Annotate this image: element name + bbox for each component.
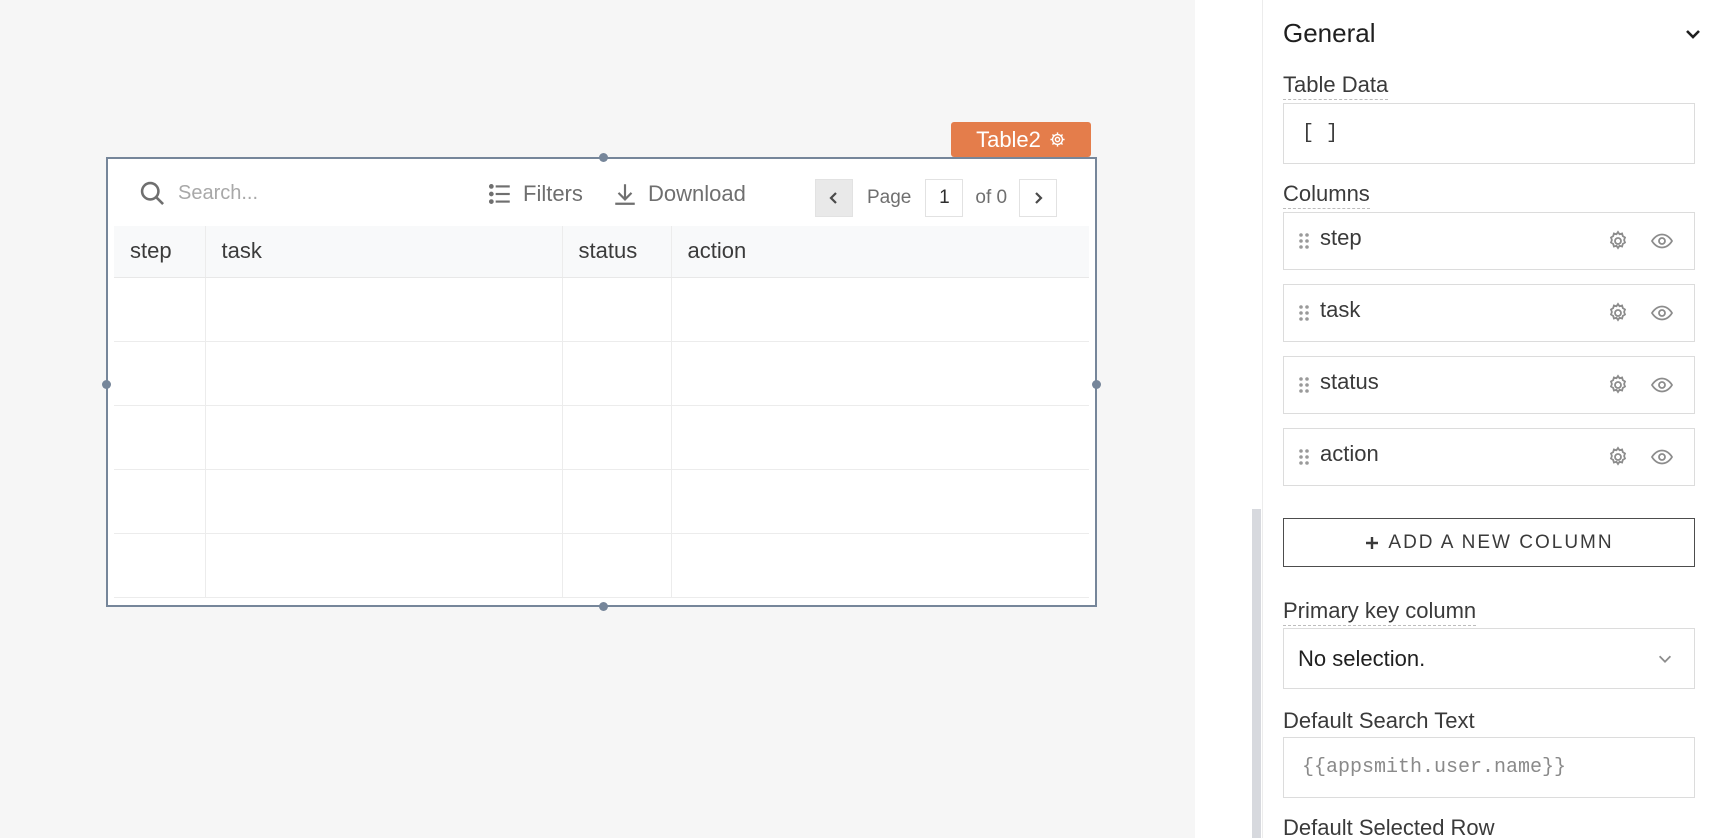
table-cell xyxy=(671,277,1089,342)
table-grid: step task status action xyxy=(114,226,1089,599)
table-cell xyxy=(205,533,563,598)
table-cell xyxy=(562,405,672,470)
page-number-input[interactable]: 1 xyxy=(925,179,964,217)
eye-icon[interactable] xyxy=(1650,445,1674,469)
table-cell xyxy=(205,341,563,406)
resize-handle-right[interactable] xyxy=(1092,380,1101,389)
table-cell xyxy=(114,469,206,534)
add-new-column-label: ADD A NEW COLUMN xyxy=(1388,531,1614,553)
primary-key-label: Primary key column xyxy=(1283,598,1477,626)
column-name: step xyxy=(1320,225,1362,250)
primary-key-select[interactable]: No selection. xyxy=(1283,628,1695,689)
widget-name-tag[interactable]: Table2 xyxy=(951,122,1091,157)
columns-label: Columns xyxy=(1283,181,1370,209)
chevron-down-icon xyxy=(1686,29,1700,39)
download-icon xyxy=(615,184,635,205)
column-name: task xyxy=(1320,297,1361,322)
next-page-button[interactable] xyxy=(1019,179,1058,217)
table-cell xyxy=(562,469,672,534)
download-label: Download xyxy=(648,181,746,206)
table-row xyxy=(114,533,1089,598)
drag-handle-icon[interactable] xyxy=(1298,448,1310,466)
prev-page-button[interactable] xyxy=(815,179,853,217)
table-cell xyxy=(562,277,672,342)
table-cell xyxy=(114,341,206,406)
table-data-input[interactable]: [ ] xyxy=(1283,103,1695,164)
filters-label: Filters xyxy=(523,181,583,206)
page-label: Page xyxy=(867,187,912,208)
canvas: Table2 Search... Filters Download Page 1… xyxy=(0,0,1195,838)
column-header-status[interactable]: status xyxy=(562,226,672,278)
column-item-status[interactable]: status xyxy=(1283,356,1695,414)
column-item-task[interactable]: task xyxy=(1283,284,1695,342)
table-cell xyxy=(562,341,672,406)
column-name: action xyxy=(1320,441,1379,466)
primary-key-value: No selection. xyxy=(1298,645,1426,671)
resize-handle-left[interactable] xyxy=(102,380,111,389)
table-cell xyxy=(671,533,1089,598)
table-row xyxy=(114,405,1089,470)
resize-handle-top[interactable] xyxy=(599,153,608,162)
search-icon xyxy=(140,181,164,205)
table-row xyxy=(114,277,1089,342)
pagination: Page 1 of 0 xyxy=(815,179,1058,217)
page-total: of 0 xyxy=(975,187,1008,208)
table-cell xyxy=(114,405,206,470)
table-cell xyxy=(205,405,563,470)
filters-button[interactable]: Filters xyxy=(487,181,583,207)
drag-handle-icon[interactable] xyxy=(1298,232,1310,250)
column-header-task[interactable]: task xyxy=(205,226,563,278)
column-header-action[interactable]: action xyxy=(671,226,1089,278)
download-button[interactable]: Download xyxy=(612,181,746,207)
table-body: Filters Download Page 1 of 0 xyxy=(114,165,1089,599)
table-header-row: step task status action xyxy=(114,226,1089,278)
property-pane: General Table Data [ ] Columns step task… xyxy=(1262,0,1722,838)
default-search-label: Default Search Text xyxy=(1283,708,1475,733)
resize-handle-bottom[interactable] xyxy=(599,602,608,611)
table-search xyxy=(138,179,438,207)
column-item-action[interactable]: action xyxy=(1283,428,1695,486)
table-cell xyxy=(671,469,1089,534)
drag-handle-icon[interactable] xyxy=(1298,376,1310,394)
eye-icon[interactable] xyxy=(1650,373,1674,397)
search-input[interactable] xyxy=(178,181,438,205)
default-search-input[interactable]: {{appsmith.user.name}} xyxy=(1283,737,1695,798)
filter-icon xyxy=(488,184,510,204)
chevron-right-icon xyxy=(1035,192,1043,204)
table-row xyxy=(114,469,1089,534)
gear-icon[interactable] xyxy=(1606,301,1630,325)
table-cell xyxy=(114,277,206,342)
scrollbar[interactable] xyxy=(1252,509,1261,838)
column-header-step[interactable]: step xyxy=(114,226,206,278)
table-cell xyxy=(671,405,1089,470)
table-row xyxy=(114,341,1089,406)
table-cell xyxy=(205,469,563,534)
table-cell xyxy=(671,341,1089,406)
gear-icon xyxy=(1050,132,1065,147)
gear-icon[interactable] xyxy=(1606,229,1630,253)
chevron-down-icon xyxy=(1658,655,1672,663)
section-general[interactable]: General xyxy=(1283,18,1703,49)
drag-handle-icon[interactable] xyxy=(1298,304,1310,322)
add-new-column-button[interactable]: ADD A NEW COLUMN xyxy=(1283,518,1695,567)
eye-icon[interactable] xyxy=(1650,229,1674,253)
gear-icon[interactable] xyxy=(1606,445,1630,469)
table-data-value: [ ] xyxy=(1302,122,1339,145)
table-data-label: Table Data xyxy=(1283,72,1389,100)
table-toolbar: Filters Download Page 1 of 0 xyxy=(114,165,1089,226)
column-item-step[interactable]: step xyxy=(1283,212,1695,270)
eye-icon[interactable] xyxy=(1650,301,1674,325)
table-cell xyxy=(562,533,672,598)
default-search-placeholder: {{appsmith.user.name}} xyxy=(1302,756,1567,779)
table-cell xyxy=(114,533,206,598)
section-title: General xyxy=(1283,18,1376,48)
widget-name-label: Table2 xyxy=(976,126,1041,152)
default-selected-row-label: Default Selected Row xyxy=(1283,815,1495,838)
plus-icon xyxy=(1366,536,1379,549)
gear-icon[interactable] xyxy=(1606,373,1630,397)
table-cell xyxy=(205,277,563,342)
table-widget[interactable]: Filters Download Page 1 of 0 xyxy=(102,153,1101,611)
chevron-left-icon xyxy=(829,192,837,204)
column-name: status xyxy=(1320,369,1379,394)
